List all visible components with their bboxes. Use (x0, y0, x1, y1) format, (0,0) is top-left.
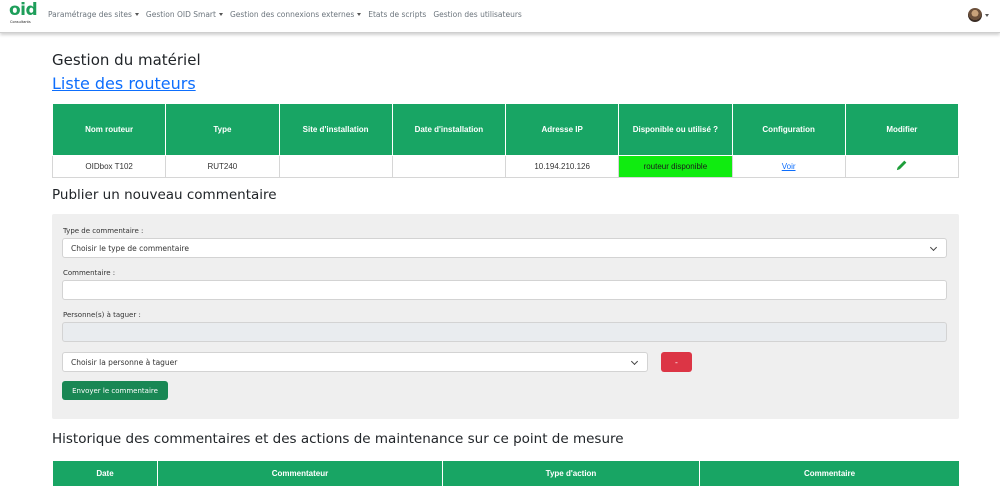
pencil-icon[interactable] (896, 160, 907, 173)
router-table-header: Nom routeur Type Site d'installation Dat… (51, 103, 960, 156)
config-link[interactable]: Voir (782, 162, 796, 171)
history-table-header: Date Commentateur Type d'action Commenta… (52, 460, 960, 487)
top-navbar: oid Consultants Paramétrage des sites Ge… (0, 0, 1000, 33)
col-commentaire: Commentaire (699, 460, 960, 487)
remove-person-button[interactable]: - (661, 352, 692, 372)
col-site-installation: Site d'installation (278, 103, 393, 156)
router-date (391, 155, 507, 178)
router-type: RUT240 (165, 155, 280, 178)
caret-down-icon (985, 13, 989, 17)
logo-subtext: Consultants (10, 20, 31, 24)
col-date: Date (52, 460, 158, 487)
nav-item-etats-scripts[interactable]: Etats de scripts (368, 10, 426, 19)
new-comment-heading: Publier un nouveau commentaire (52, 187, 277, 203)
chevron-down-icon (929, 243, 938, 252)
nav-item-connexions-externes[interactable]: Gestion des connexions externes (230, 10, 362, 19)
history-table: Date Commentateur Type d'action Commenta… (52, 460, 960, 487)
user-avatar (968, 8, 982, 22)
comment-form-panel: Type de commentaire : Choisir le type de… (52, 214, 959, 419)
col-date-installation: Date d'installation (391, 103, 507, 156)
router-table: Nom routeur Type Site d'installation Dat… (51, 103, 960, 178)
col-adresse-ip: Adresse IP (504, 103, 620, 156)
comment-input[interactable] (62, 280, 947, 300)
oid-logo[interactable]: oid Consultants (9, 0, 39, 29)
nav-item-parametrage-sites[interactable]: Paramétrage des sites (48, 10, 139, 19)
col-modifier: Modifier (844, 103, 960, 156)
router-site (278, 155, 393, 178)
chevron-down-icon (630, 357, 639, 366)
caret-down-icon (357, 13, 362, 16)
logo-text: oid (9, 0, 38, 20)
col-nom-routeur: Nom routeur (51, 103, 167, 156)
col-commentateur: Commentateur (157, 460, 443, 487)
status-badge: routeur disponible (618, 155, 733, 178)
table-row: OIDbox T102 RUT240 10.194.210.126 routeu… (51, 155, 960, 178)
person-select[interactable]: Choisir la personne à taguer (62, 352, 648, 372)
nav-menu: Paramétrage des sites Gestion OID Smart … (48, 10, 522, 19)
col-type-action: Type d'action (442, 460, 700, 487)
tagged-persons-field (62, 322, 947, 342)
col-configuration: Configuration (731, 103, 846, 156)
comment-type-label: Type de commentaire : (63, 227, 144, 235)
submit-comment-button[interactable]: Envoyer le commentaire (62, 381, 168, 400)
edit-cell (844, 155, 960, 178)
config-cell: Voir (731, 155, 846, 178)
router-list-link[interactable]: Liste des routeurs (52, 74, 196, 93)
tag-persons-label: Personne(s) à taguer : (63, 311, 141, 319)
user-menu[interactable] (968, 8, 989, 22)
nav-item-gestion-utilisateurs[interactable]: Gestion des utilisateurs (433, 10, 522, 19)
col-disponible: Disponible ou utilisé ? (618, 103, 733, 156)
router-name: OIDbox T102 (51, 155, 167, 178)
router-ip: 10.194.210.126 (504, 155, 620, 178)
col-type: Type (165, 103, 280, 156)
history-heading: Historique des commentaires et des actio… (52, 431, 624, 447)
page-title: Gestion du matériel (52, 51, 201, 69)
caret-down-icon (218, 13, 223, 16)
person-select-value: Choisir la personne à taguer (71, 357, 178, 367)
nav-item-gestion-oid-smart[interactable]: Gestion OID Smart (146, 10, 223, 19)
comment-type-select[interactable]: Choisir le type de commentaire (62, 238, 947, 258)
comment-label: Commentaire : (63, 269, 116, 277)
caret-down-icon (134, 13, 139, 16)
comment-type-value: Choisir le type de commentaire (71, 243, 189, 253)
